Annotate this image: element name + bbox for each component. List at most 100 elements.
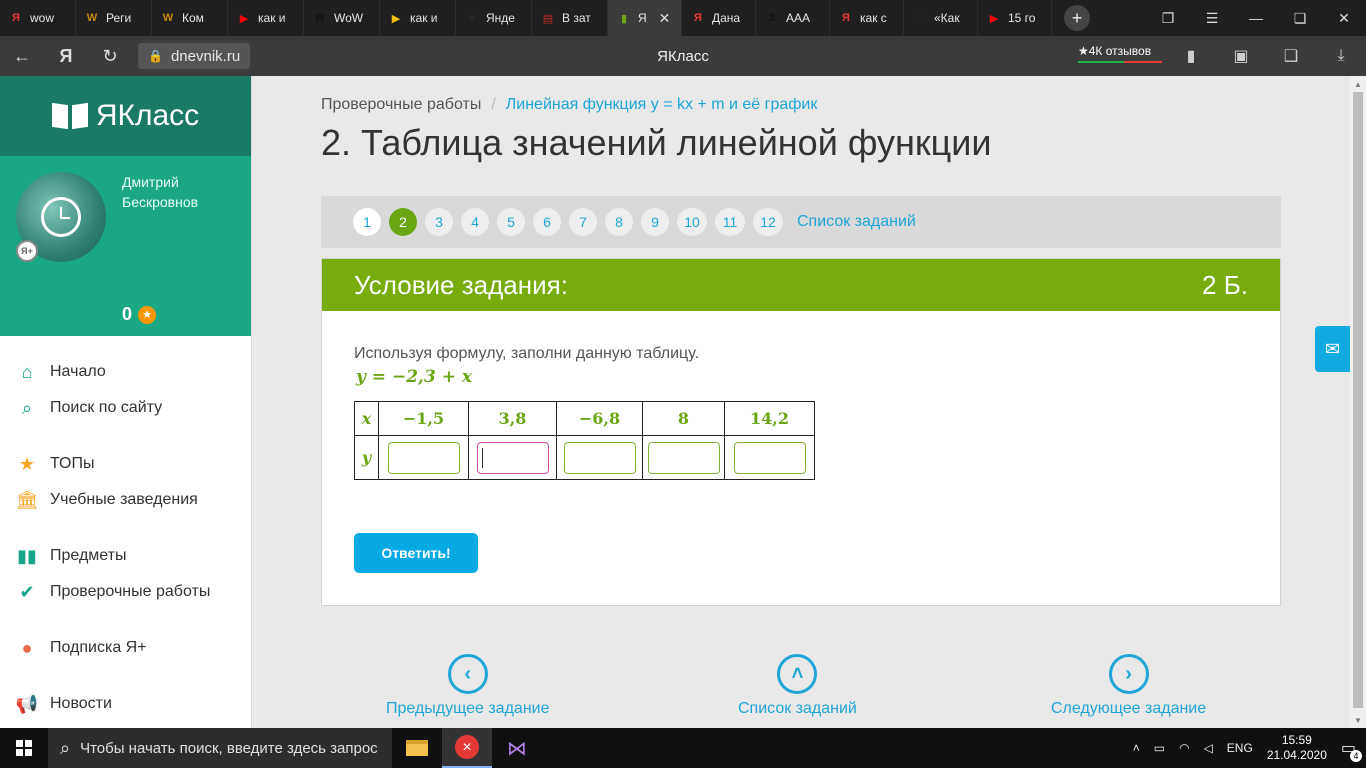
y-value-input[interactable]: [563, 441, 636, 474]
sidebar-item[interactable]: ★ ТОПы: [0, 446, 251, 482]
back-to-diary-link[interactable]: ◨ Вернуться в дневник: [122, 360, 242, 400]
tab-label: 15 го: [1008, 11, 1036, 25]
chevron-up-tray-icon[interactable]: ˄: [1133, 741, 1140, 755]
browser-tab[interactable]: ✦ Янде: [456, 0, 532, 36]
new-tab-button[interactable]: +: [1064, 5, 1090, 31]
browser-tab[interactable]: W Реги: [76, 0, 152, 36]
visual-studio-icon[interactable]: ⋈: [492, 728, 542, 768]
browser-tab[interactable]: W WoW: [304, 0, 380, 36]
breadcrumb-topic-link[interactable]: Линейная функция y = kx + m и её график: [506, 96, 818, 114]
scroll-up-icon[interactable]: ▲: [1350, 76, 1366, 92]
restore-icon[interactable]: ❏: [1278, 0, 1322, 36]
tab-label: как и: [258, 11, 286, 25]
chevron-left-icon[interactable]: ‹: [447, 654, 488, 694]
page-number-button[interactable]: 7: [569, 208, 597, 236]
box-icon[interactable]: ▣: [1216, 36, 1266, 76]
yaklass-logo[interactable]: ЯКласс: [0, 76, 251, 156]
browser-tab[interactable]: Я Дана: [682, 0, 756, 36]
browser-tab[interactable]: Якак с: [830, 0, 904, 36]
notifications-icon[interactable]: ▭ 4: [1341, 738, 1362, 762]
browser-tab[interactable]: ▤ В зат: [532, 0, 608, 36]
page-scrollbar[interactable]: ▲ ▼: [1350, 76, 1366, 728]
page-number-button[interactable]: 2: [389, 208, 417, 236]
page-number-button[interactable]: 5: [497, 208, 525, 236]
prev-task-nav[interactable]: ‹ Предыдущее задание: [386, 654, 549, 718]
page-number-button[interactable]: 1: [353, 208, 381, 236]
minimize-icon[interactable]: —: [1234, 0, 1278, 36]
download-icon[interactable]: ⤓: [1316, 36, 1366, 76]
file-explorer-icon[interactable]: [392, 728, 442, 768]
scroll-down-icon[interactable]: ▼: [1350, 712, 1366, 728]
answer-button[interactable]: Ответить!: [354, 533, 478, 573]
url-field[interactable]: 🔒 dnevnik.ru: [138, 43, 251, 69]
taskbar-clock[interactable]: 15:59 21.04.2020: [1267, 733, 1327, 763]
browser-tab[interactable]: ▶ как и: [380, 0, 456, 36]
y-value-input[interactable]: [476, 441, 549, 474]
bookmark-icon[interactable]: ▮: [1166, 36, 1216, 76]
page-number-button[interactable]: 9: [641, 208, 669, 236]
start-button[interactable]: [0, 728, 48, 768]
page-number-button[interactable]: 10: [677, 208, 707, 236]
wifi-icon[interactable]: ◠: [1179, 741, 1189, 755]
y-value-input[interactable]: [647, 441, 720, 474]
reviews-badge[interactable]: ★4К отзывов: [1078, 44, 1162, 63]
page-number-button[interactable]: 11: [715, 208, 745, 236]
address-bar: ← Я ↻ 🔒 dnevnik.ru ЯКласс ★4К отзывов ▮ …: [0, 36, 1366, 76]
my-profile-link[interactable]: ◉ Мой профиль: [122, 336, 241, 356]
close-window-icon[interactable]: ✕: [1322, 0, 1366, 36]
task-list-nav[interactable]: ˄ Список заданий: [738, 654, 857, 718]
browser-tab[interactable]: ▶ 15 го: [978, 0, 1052, 36]
volume-icon[interactable]: ◁: [1204, 741, 1213, 755]
next-task-label[interactable]: Следующее задание: [1051, 700, 1206, 718]
yandex-icon: Я: [694, 12, 702, 24]
next-task-nav[interactable]: › Следующее задание: [1051, 654, 1206, 718]
page-number-button[interactable]: 3: [425, 208, 453, 236]
language-indicator[interactable]: ENG: [1227, 741, 1253, 755]
z-icon: З: [768, 12, 776, 24]
address-bar-actions: ▮ ▣ ❑ ⤓: [1166, 36, 1366, 76]
sidebar-item-label: Новости: [50, 695, 112, 712]
close-tab-icon[interactable]: ✕: [659, 10, 671, 27]
sidebar-item[interactable]: ✔ Проверочные работы: [0, 574, 251, 610]
y-input-cell: [556, 435, 643, 480]
prev-task-label[interactable]: Предыдущее задание: [386, 700, 549, 718]
network-icon[interactable]: ▭: [1154, 741, 1165, 755]
sidebar-item[interactable]: 📢 Новости: [0, 686, 251, 722]
browser-tab[interactable]: Яwow: [0, 0, 76, 36]
y-value-input[interactable]: [387, 441, 460, 474]
chevron-up-icon[interactable]: ˄: [777, 654, 818, 694]
hamburger-menu-icon[interactable]: ☰: [1190, 0, 1234, 36]
browser-tab[interactable]: З AAA: [756, 0, 830, 36]
task-list-link[interactable]: Список заданий: [797, 213, 916, 231]
y-value-input[interactable]: [733, 441, 806, 474]
browser-tab[interactable]: ❛ «Как: [904, 0, 978, 36]
tabs-menu-icon[interactable]: ❐: [1146, 0, 1190, 36]
user-name[interactable]: Дмитрий Бескровнов: [122, 172, 242, 212]
scrollbar-thumb[interactable]: [1353, 92, 1363, 708]
taskbar-search[interactable]: ⌕ Чтобы начать поиск, введите здесь запр…: [48, 728, 392, 768]
page-number-button[interactable]: 4: [461, 208, 489, 236]
mail-feedback-button[interactable]: ✉: [1315, 326, 1350, 372]
sidebar-item[interactable]: ▮▮ Предметы: [0, 538, 251, 574]
back-arrow-icon[interactable]: ←: [0, 36, 44, 76]
chevron-right-icon[interactable]: ›: [1108, 654, 1149, 694]
browser-tab[interactable]: W Ком: [152, 0, 228, 36]
menu-gap: [0, 610, 251, 630]
page-number-button[interactable]: 6: [533, 208, 561, 236]
browser-tab[interactable]: ▶ как и: [228, 0, 304, 36]
yandex-logo-icon[interactable]: Я: [44, 36, 88, 76]
values-table: x −1,5 3,8 −6,8 8 14,2 y: [354, 401, 815, 480]
reload-icon[interactable]: ↻: [88, 36, 132, 76]
user-profile-panel: Я+ Дмитрий Бескровнов 0 ★ ◉ Мой профиль …: [0, 156, 251, 398]
tab-label: «Как: [934, 11, 960, 25]
sidebar-item[interactable]: ● Подписка Я+: [0, 630, 251, 666]
wow-icon: W: [86, 12, 98, 24]
breadcrumb-root[interactable]: Проверочные работы: [321, 96, 481, 114]
yandex-browser-icon[interactable]: ✕: [442, 728, 492, 768]
browser-tab[interactable]: ▮ Я ✕: [608, 0, 682, 36]
page-number-button[interactable]: 12: [753, 208, 783, 236]
collections-icon[interactable]: ❑: [1266, 36, 1316, 76]
task-list-nav-label[interactable]: Список заданий: [738, 700, 857, 718]
page-number-button[interactable]: 8: [605, 208, 633, 236]
sidebar-item[interactable]: 🏛 Учебные заведения: [0, 482, 251, 518]
